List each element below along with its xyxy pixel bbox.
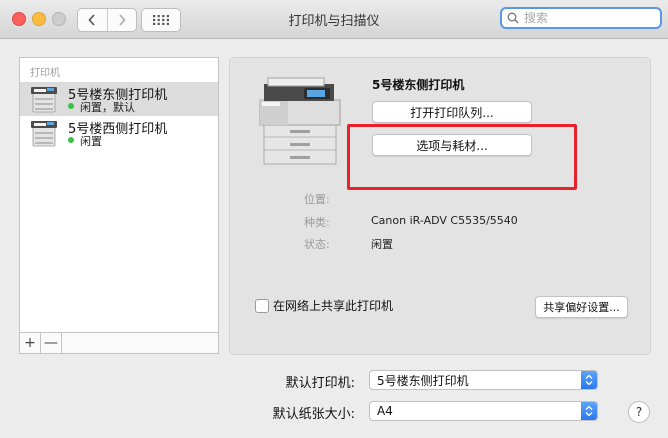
help-button[interactable]: ? <box>628 401 650 423</box>
printer-status: 闲置 <box>80 135 102 148</box>
add-printer-button[interactable]: + <box>20 333 41 353</box>
highlight-box <box>347 124 577 190</box>
printer-title: 5号楼东侧打印机 <box>372 78 465 92</box>
printer-icon <box>31 87 57 113</box>
location-label: 位置: <box>304 193 330 206</box>
printer-list-header: 打印机 <box>30 68 60 79</box>
chevron-updown-icon <box>581 402 597 420</box>
printer-icon <box>31 121 57 147</box>
search-icon <box>507 12 519 24</box>
search-input[interactable] <box>522 10 656 26</box>
printer-status: 闲置，默认 <box>80 101 135 114</box>
status-dot <box>68 103 74 109</box>
default-paper-value: A4 <box>377 404 393 418</box>
search-field[interactable] <box>500 7 662 29</box>
printer-item-west[interactable]: 5号楼西侧打印机 闲置 <box>20 116 218 150</box>
default-printer-value: 5号楼东侧打印机 <box>377 373 469 388</box>
status-value: 闲置 <box>371 238 393 251</box>
status-dot <box>68 137 74 143</box>
default-printer-select[interactable]: 5号楼东侧打印机 <box>369 370 598 390</box>
list-toolbar: + — <box>20 332 218 353</box>
default-paper-select[interactable]: A4 <box>369 401 598 421</box>
kind-label: 种类: <box>304 216 330 229</box>
title-bar: 打印机与扫描仪 <box>0 0 668 39</box>
share-printer-checkbox[interactable] <box>255 299 269 313</box>
default-printer-label: 默认打印机: <box>285 376 355 391</box>
kind-value: Canon iR-ADV C5535/5540 <box>371 214 518 227</box>
sharing-preferences-button[interactable]: 共享偏好设置... <box>535 296 628 318</box>
printer-item-east[interactable]: 5号楼东侧打印机 闲置，默认 <box>20 82 218 116</box>
share-printer-label[interactable]: 在网络上共享此打印机 <box>273 297 393 314</box>
printer-detail-panel: 5号楼东侧打印机 打开打印队列... 选项与耗材... 位置: 种类: Cano… <box>229 57 651 355</box>
chevron-updown-icon <box>581 371 597 389</box>
default-paper-label: 默认纸张大小: <box>272 407 355 422</box>
printer-list: 打印机 5号楼东侧打印机 闲置，默认 5号楼西侧打印机 闲置 + — <box>19 57 219 354</box>
remove-printer-button[interactable]: — <box>41 333 62 353</box>
printer-image <box>259 77 341 165</box>
status-label: 状态: <box>304 238 330 251</box>
open-print-queue-button[interactable]: 打开打印队列... <box>372 101 532 123</box>
